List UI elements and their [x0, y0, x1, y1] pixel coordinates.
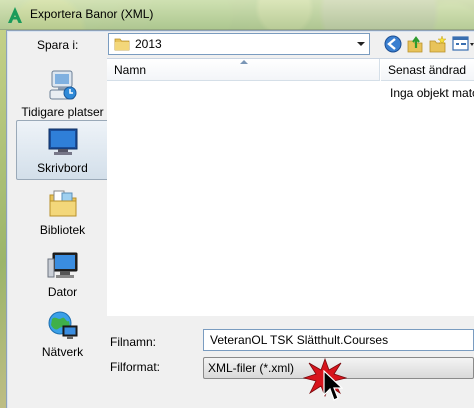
network-icon: [48, 311, 77, 339]
chevron-down-icon[interactable]: [357, 42, 365, 46]
libraries-icon: [49, 190, 76, 217]
filename-input[interactable]: VeteranOL TSK Slätthult.Courses: [203, 329, 474, 351]
empty-list-message: Inga objekt matchade: [390, 86, 474, 100]
mouse-cursor-icon: [323, 370, 343, 401]
column-header-date-label: Senast ändrad: [388, 63, 467, 77]
place-label-recent: Tidigare platser: [21, 105, 104, 119]
sort-ascending-icon: [240, 60, 248, 64]
column-header-date[interactable]: Senast ändrad: [381, 59, 474, 81]
file-list[interactable]: Namn Senast ändrad Inga objekt matchade: [107, 58, 474, 316]
folder-icon: [114, 38, 130, 51]
recent-places-icon: [49, 70, 76, 100]
filename-label: Filnamn:: [110, 335, 157, 349]
places-bar: Tidigare platser Skrivbord Bibliotek Dat…: [8, 58, 109, 408]
place-label-computer: Dator: [47, 285, 78, 299]
filetype-label: Filformat:: [110, 360, 161, 374]
place-label-libraries: Bibliotek: [39, 223, 86, 237]
view-menu-icon[interactable]: [452, 35, 474, 53]
place-recent[interactable]: Tidigare platser: [16, 62, 109, 122]
place-desktop[interactable]: Skrivbord: [16, 120, 109, 180]
place-label-desktop: Skrivbord: [37, 161, 88, 175]
save-in-value: 2013: [135, 37, 162, 51]
up-folder-icon[interactable]: [406, 35, 424, 53]
column-header-name-label: Namn: [114, 63, 147, 77]
place-network[interactable]: Nätverk: [16, 304, 109, 364]
save-dialog: Exportera Banor (XML) Spara i: 2013 Tidi…: [0, 0, 474, 408]
app-a-icon: [8, 7, 22, 23]
column-header-name[interactable]: Namn: [107, 59, 380, 81]
window-title: Exportera Banor (XML): [30, 7, 154, 21]
computer-icon: [47, 252, 77, 278]
save-in-label: Spara i:: [37, 38, 79, 52]
place-computer[interactable]: Dator: [16, 244, 109, 304]
save-in-combo[interactable]: 2013: [108, 33, 370, 55]
title-bar[interactable]: Exportera Banor (XML): [0, 0, 474, 30]
back-icon[interactable]: [384, 35, 402, 53]
place-label-network: Nätverk: [41, 345, 84, 359]
desktop-icon: [48, 128, 77, 155]
place-libraries[interactable]: Bibliotek: [16, 182, 109, 242]
new-folder-icon[interactable]: [429, 35, 447, 53]
